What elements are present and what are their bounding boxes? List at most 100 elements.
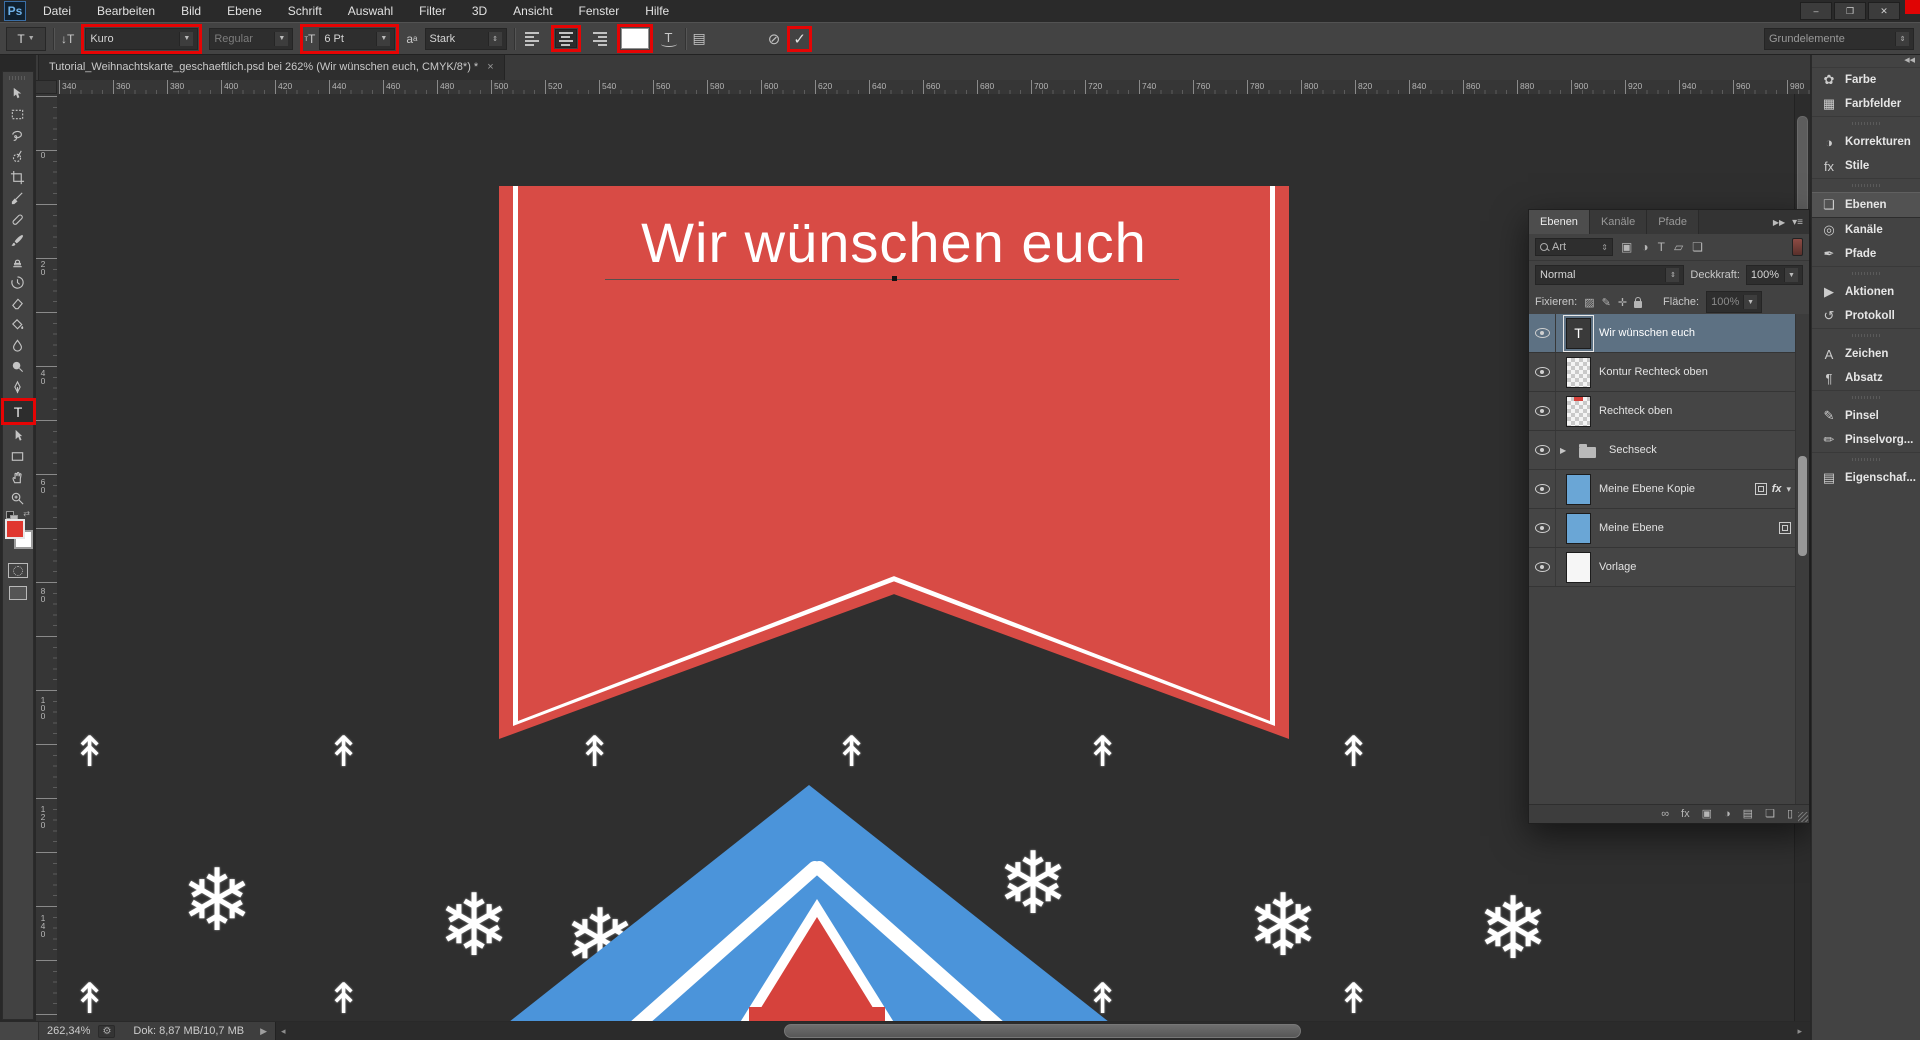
status-options-icon[interactable]: ⚙ bbox=[98, 1025, 115, 1038]
dock-panel-button[interactable]: ◎ Kanäle bbox=[1812, 218, 1920, 242]
collapse-panel-icon[interactable]: ▶▶ bbox=[1773, 218, 1785, 227]
warp-text-icon[interactable]: T bbox=[660, 31, 678, 47]
add-layer-mask-icon[interactable]: ▣ bbox=[1702, 809, 1712, 820]
healing-brush-tool[interactable] bbox=[3, 209, 31, 230]
layer-thumbnail[interactable] bbox=[1566, 552, 1591, 583]
dock-panel-button[interactable] bbox=[1812, 328, 1920, 342]
menu-item[interactable]: Bearbeiten bbox=[84, 0, 168, 22]
zoom-level-field[interactable]: 262,34% bbox=[39, 1025, 98, 1037]
font-style-select[interactable]: Regular ▼ bbox=[209, 28, 293, 50]
hand-tool[interactable] bbox=[3, 467, 31, 488]
dock-panel-button[interactable]: ✏ Pinselvorg... bbox=[1812, 428, 1920, 452]
layer-row[interactable]: Wir wünschen euch bbox=[1529, 314, 1796, 353]
layer-row[interactable]: Kontur Rechteck oben bbox=[1529, 353, 1796, 392]
menu-item[interactable]: Datei bbox=[30, 0, 84, 22]
screen-mode-button[interactable] bbox=[9, 586, 27, 600]
lock-transparency-icon[interactable]: ▨ bbox=[1584, 296, 1594, 309]
vertical-ruler[interactable]: 020406080100120140160 bbox=[36, 94, 58, 1022]
dock-panel-button[interactable]: ▶ Aktionen bbox=[1812, 280, 1920, 304]
layer-filter-icon[interactable]: ▣ bbox=[1621, 240, 1632, 254]
dock-panel-button[interactable]: ✒ Pfade bbox=[1812, 242, 1920, 266]
layer-visibility-cell[interactable] bbox=[1529, 353, 1556, 391]
scroll-left-icon[interactable]: ◂ bbox=[276, 1026, 291, 1037]
panel-menu-icon[interactable]: ▾≡ bbox=[1792, 217, 1803, 228]
scroll-right-icon[interactable]: ▸ bbox=[1792, 1026, 1807, 1037]
dock-panel-button[interactable]: ✿ Farbe bbox=[1812, 68, 1920, 92]
layer-name[interactable]: Meine Ebene Kopie bbox=[1599, 483, 1755, 495]
document-tab[interactable]: Tutorial_Weihnachtskarte_geschaeftlich.p… bbox=[38, 53, 505, 80]
link-layers-icon[interactable]: ∞ bbox=[1661, 809, 1669, 820]
dock-panel-button[interactable] bbox=[1812, 452, 1920, 466]
layer-thumbnail[interactable] bbox=[1566, 474, 1591, 505]
layer-filter-icon[interactable]: ◑ bbox=[1641, 240, 1648, 254]
text-color-swatch[interactable] bbox=[621, 28, 649, 49]
layer-name[interactable]: Meine Ebene bbox=[1599, 522, 1779, 534]
group-expand-icon[interactable]: ▶ bbox=[1560, 446, 1570, 455]
menu-item[interactable]: Filter bbox=[406, 0, 459, 22]
workspace-select[interactable]: Grundelemente ⇕ bbox=[1764, 28, 1914, 50]
tool-preset-picker[interactable]: T ▼ bbox=[6, 27, 46, 51]
eraser-tool[interactable] bbox=[3, 293, 31, 314]
layer-name[interactable]: Rechteck oben bbox=[1599, 405, 1796, 417]
brush-tool[interactable] bbox=[3, 230, 31, 251]
move-tool[interactable] bbox=[3, 83, 31, 104]
type-tool[interactable]: T bbox=[4, 401, 32, 422]
layer-name[interactable]: Vorlage bbox=[1599, 561, 1796, 573]
quick-mask-button[interactable] bbox=[8, 563, 28, 578]
layer-visibility-cell[interactable] bbox=[1529, 392, 1556, 430]
layer-name[interactable]: Wir wünschen euch bbox=[1599, 327, 1796, 339]
rectangular-marquee-tool[interactable] bbox=[3, 104, 31, 125]
layer-filter-icon[interactable]: ▱ bbox=[1674, 240, 1683, 254]
menu-item[interactable]: Hilfe bbox=[632, 0, 682, 22]
anti-alias-select[interactable]: Stark ⇕ bbox=[425, 28, 507, 50]
layer-visibility-cell[interactable] bbox=[1529, 314, 1556, 352]
menu-item[interactable]: Fenster bbox=[566, 0, 633, 22]
restore-button[interactable]: ❐ bbox=[1834, 2, 1866, 20]
dock-panel-button[interactable] bbox=[1812, 178, 1920, 192]
dock-panel-button[interactable]: A Zeichen bbox=[1812, 342, 1920, 366]
layer-visibility-cell[interactable] bbox=[1529, 509, 1556, 547]
dock-panel-button[interactable]: ❏ Ebenen bbox=[1812, 192, 1920, 218]
status-popup-arrow-icon[interactable]: ▶ bbox=[252, 1026, 275, 1037]
fill-select[interactable]: 100% ▼ bbox=[1706, 291, 1762, 313]
layers-scrollbar-thumb[interactable] bbox=[1798, 456, 1807, 556]
horizontal-scrollbar-thumb[interactable] bbox=[784, 1024, 1301, 1038]
panel-tab[interactable]: Ebenen bbox=[1529, 210, 1590, 234]
dock-panel-button[interactable]: ◑ Korrekturen bbox=[1812, 130, 1920, 154]
dock-panel-button[interactable]: fx Stile bbox=[1812, 154, 1920, 178]
menu-item[interactable]: Bild bbox=[168, 0, 214, 22]
minimize-button[interactable]: – bbox=[1800, 2, 1832, 20]
dock-panel-button[interactable]: ✎ Pinsel bbox=[1812, 404, 1920, 428]
crop-tool[interactable] bbox=[3, 167, 31, 188]
menu-item[interactable]: 3D bbox=[459, 0, 500, 22]
dock-panel-button[interactable] bbox=[1812, 390, 1920, 404]
dock-panel-button[interactable] bbox=[1812, 266, 1920, 280]
align-left-button[interactable] bbox=[522, 29, 544, 48]
commit-edits-icon[interactable]: ✓ bbox=[791, 30, 808, 48]
dock-panel-button[interactable] bbox=[1812, 116, 1920, 130]
panel-tab[interactable]: Kanäle bbox=[1590, 210, 1647, 234]
paint-bucket-tool[interactable] bbox=[3, 314, 31, 335]
lock-all-icon[interactable] bbox=[1634, 301, 1642, 308]
quick-selection-tool[interactable] bbox=[3, 146, 31, 167]
dodge-tool[interactable] bbox=[3, 356, 31, 377]
panel-tab[interactable]: Pfade bbox=[1647, 210, 1699, 234]
foreground-color-swatch[interactable] bbox=[5, 519, 25, 539]
layer-visibility-cell[interactable] bbox=[1529, 431, 1556, 469]
layer-row[interactable]: Meine Ebene bbox=[1529, 509, 1796, 548]
lock-position-icon[interactable]: ✛ bbox=[1618, 296, 1627, 309]
menu-item[interactable]: Ebene bbox=[214, 0, 275, 22]
rectangle-tool[interactable] bbox=[3, 446, 31, 467]
new-layer-icon[interactable]: ❏ bbox=[1765, 809, 1775, 820]
tab-close-icon[interactable]: × bbox=[487, 61, 493, 73]
adjustment-layer-icon[interactable]: ◑ bbox=[1724, 809, 1731, 820]
path-selection-tool[interactable] bbox=[3, 425, 31, 446]
dock-panel-button[interactable]: ▦ Farbfelder bbox=[1812, 92, 1920, 116]
headline-text[interactable]: Wir wünschen euch bbox=[499, 210, 1289, 275]
dock-panel-button[interactable]: ↺ Protokoll bbox=[1812, 304, 1920, 328]
text-baseline-handle[interactable] bbox=[892, 276, 897, 281]
filter-kind-select[interactable]: Art ⇕ bbox=[1535, 238, 1613, 256]
text-orientation-icon[interactable]: ↓T bbox=[61, 32, 74, 46]
history-brush-tool[interactable] bbox=[3, 272, 31, 293]
blend-mode-select[interactable]: Normal ⇕ bbox=[1535, 265, 1684, 285]
